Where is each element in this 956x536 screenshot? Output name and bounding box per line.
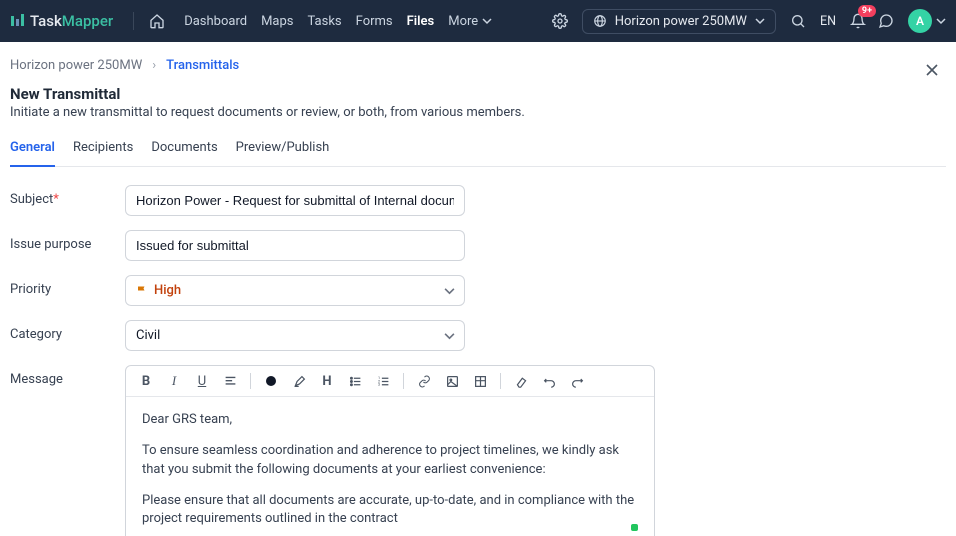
underline-button[interactable]: U: [194, 373, 210, 389]
tab-recipients[interactable]: Recipients: [73, 134, 133, 166]
priority-select[interactable]: High: [125, 275, 465, 306]
tab-preview[interactable]: Preview/Publish: [236, 134, 330, 166]
subject-label: Subject*: [10, 185, 125, 207]
separator: [133, 12, 134, 30]
close-button[interactable]: [924, 62, 940, 78]
project-picker-label: Horizon power 250MW: [615, 14, 747, 29]
user-menu[interactable]: A: [900, 9, 946, 33]
category-label: Category: [10, 320, 125, 342]
message-line: Dear GRS team,: [142, 411, 638, 430]
chevron-right-icon: ›: [152, 58, 156, 73]
app-logo: TaskMapper: [10, 12, 113, 30]
editor-toolbar: B I U H 123: [126, 366, 654, 397]
form-tabs: General Recipients Documents Preview/Pub…: [10, 134, 946, 167]
search-icon: [790, 13, 806, 29]
message-row: Message B I U H 123: [10, 365, 946, 536]
globe-icon: [593, 14, 607, 28]
highlight-button[interactable]: [291, 373, 307, 389]
align-button[interactable]: [222, 373, 238, 389]
bullet-list-button[interactable]: [347, 373, 363, 389]
logo-icon: [10, 14, 24, 28]
separator: [403, 373, 404, 389]
nav-files[interactable]: Files: [407, 14, 435, 29]
undo-button[interactable]: [541, 373, 557, 389]
breadcrumb-project[interactable]: Horizon power 250MW: [10, 58, 142, 73]
svg-text:3: 3: [377, 381, 380, 386]
chat-button[interactable]: [872, 7, 900, 35]
color-button[interactable]: [263, 373, 279, 389]
priority-value: High: [154, 283, 181, 298]
heading-button[interactable]: H: [319, 373, 335, 389]
erase-button[interactable]: [513, 373, 529, 389]
issue-purpose-input[interactable]: [125, 230, 465, 261]
avatar: A: [908, 9, 932, 33]
logo-text-mapper: Mapper: [62, 12, 113, 30]
priority-row: Priority High: [10, 275, 946, 306]
subject-row: Subject*: [10, 185, 946, 216]
link-button[interactable]: [416, 373, 432, 389]
nav-forms[interactable]: Forms: [356, 14, 393, 29]
cursor-indicator: [631, 524, 638, 531]
chevron-down-icon: [444, 285, 455, 296]
chevron-down-icon: [755, 16, 765, 26]
priority-label: Priority: [10, 275, 125, 297]
notifications-button[interactable]: 9+: [844, 7, 872, 35]
top-bar: TaskMapper Dashboard Maps Tasks Forms Fi…: [0, 0, 956, 42]
home-icon: [149, 13, 165, 29]
flag-icon: [136, 285, 148, 297]
tab-general[interactable]: General: [10, 134, 55, 167]
breadcrumb-section[interactable]: Transmittals: [166, 58, 239, 73]
notification-badge: 9+: [858, 5, 876, 17]
message-editor: B I U H 123: [125, 365, 655, 536]
message-label: Message: [10, 365, 125, 387]
page-title: New Transmittal: [10, 85, 946, 103]
chat-icon: [878, 13, 894, 29]
ordered-list-button[interactable]: 123: [375, 373, 391, 389]
separator: [500, 373, 501, 389]
settings-button[interactable]: [546, 7, 574, 35]
logo-text-task: Task: [30, 12, 62, 30]
message-line: To ensure seamless coordination and adhe…: [142, 442, 638, 480]
chevron-down-icon: [936, 16, 946, 26]
main-nav: Dashboard Maps Tasks Forms Files More: [184, 14, 492, 29]
image-button[interactable]: [444, 373, 460, 389]
separator: [250, 373, 251, 389]
language-switch[interactable]: EN: [820, 14, 836, 29]
category-row: Category Civil: [10, 320, 946, 351]
italic-button[interactable]: I: [166, 373, 182, 389]
category-value: Civil: [136, 328, 160, 343]
nav-more[interactable]: More: [448, 14, 492, 29]
chevron-down-icon: [482, 16, 492, 26]
table-button[interactable]: [472, 373, 488, 389]
close-icon: [924, 62, 940, 78]
home-button[interactable]: [144, 8, 170, 34]
breadcrumb: Horizon power 250MW › Transmittals: [10, 58, 946, 73]
redo-button[interactable]: [569, 373, 585, 389]
nav-maps[interactable]: Maps: [261, 14, 293, 29]
tab-documents[interactable]: Documents: [151, 134, 217, 166]
gear-icon: [552, 13, 568, 29]
page-subtitle: Initiate a new transmittal to request do…: [10, 105, 946, 120]
chevron-down-icon: [444, 330, 455, 341]
page-body: Horizon power 250MW › Transmittals New T…: [0, 42, 956, 536]
project-picker[interactable]: Horizon power 250MW: [582, 9, 776, 34]
issue-purpose-row: Issue purpose: [10, 230, 946, 261]
bold-button[interactable]: B: [138, 373, 154, 389]
nav-tasks[interactable]: Tasks: [308, 14, 342, 29]
search-button[interactable]: [784, 7, 812, 35]
nav-dashboard[interactable]: Dashboard: [184, 14, 247, 29]
message-body[interactable]: Dear GRS team, To ensure seamless coordi…: [126, 397, 654, 536]
message-line: Please ensure that all documents are acc…: [142, 492, 638, 530]
subject-input[interactable]: [125, 185, 465, 216]
category-select[interactable]: Civil: [125, 320, 465, 351]
issue-purpose-label: Issue purpose: [10, 230, 125, 252]
